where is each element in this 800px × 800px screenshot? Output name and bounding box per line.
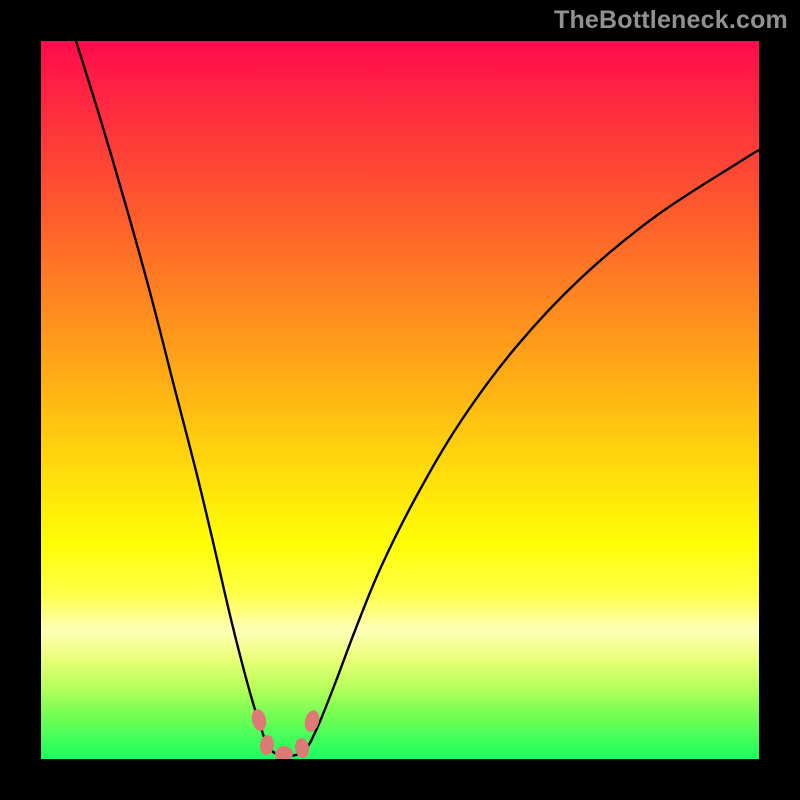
watermark-text: TheBottleneck.com	[554, 6, 788, 35]
chart-frame	[41, 41, 759, 759]
marker-mid-bottom	[275, 746, 293, 759]
bottleneck-chart	[41, 41, 759, 759]
marker-left-top	[250, 708, 268, 732]
bottleneck-curve	[76, 41, 759, 756]
marker-right-top	[303, 709, 322, 734]
curve-markers	[250, 708, 322, 759]
